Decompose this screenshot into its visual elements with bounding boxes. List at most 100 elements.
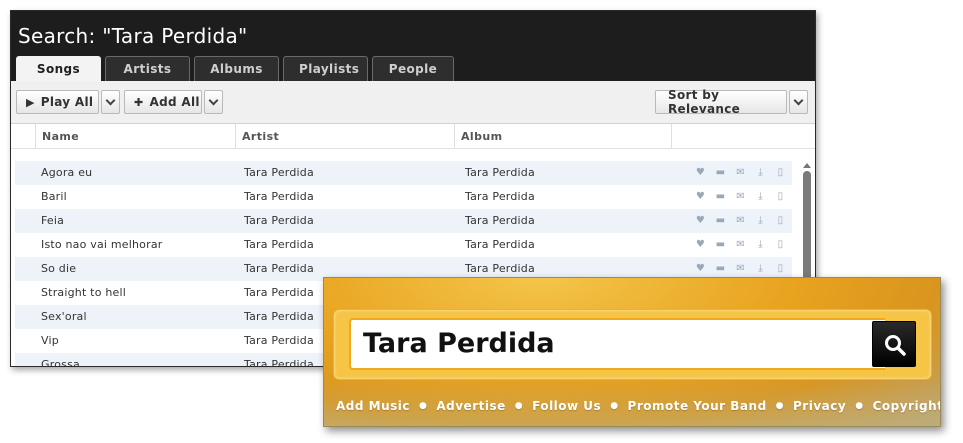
footer-links: Add Music ● Advertise ● Follow Us ● Promote Yo… [336,399,940,413]
song-album[interactable]: Tara Perdida [465,161,535,185]
column-header-artist[interactable]: Artist [235,124,454,149]
heart-icon[interactable]: ♥ [694,191,707,202]
heart-icon[interactable]: ♥ [694,239,707,250]
column-header-row: Name Artist Album [11,124,815,149]
play-all-label: Play All [40,95,94,109]
table-row[interactable]: Feia Tara Perdida Tara Perdida ♥ ▬ ✉ ⤓ ▯ [15,209,792,233]
song-name: Grossa [41,358,80,367]
folder-icon[interactable]: ▬ [714,167,727,178]
folder-icon[interactable]: ▬ [714,239,727,250]
song-name: Sex'oral [41,310,87,323]
sort-split: Sort by Relevance [655,88,808,116]
column-header-name[interactable]: Name [35,124,235,149]
row-actions: ♥ ▬ ✉ ⤓ ▯ [694,263,787,274]
download-icon[interactable]: ⤓ [754,239,767,250]
tab-songs[interactable]: Songs [16,56,101,81]
add-all-button[interactable]: ✚ Add All [124,90,202,114]
song-name: Vip [41,334,59,347]
chevron-down-icon [793,95,804,105]
row-actions: ♥ ▬ ✉ ⤓ ▯ [694,191,787,202]
play-all-dropdown[interactable] [101,90,120,114]
separator-dot: ● [419,401,428,411]
song-artist[interactable]: Tara Perdida [244,161,314,185]
add-all-split: ✚ Add All [124,90,223,114]
folder-icon[interactable]: ▬ [714,263,727,274]
mobile-icon[interactable]: ▯ [774,167,787,178]
play-icon: ▶ [26,95,35,109]
add-all-label: Add All [149,95,200,109]
song-name: Agora eu [41,166,93,179]
song-artist[interactable]: Tara Perdida [244,353,314,366]
heart-icon[interactable]: ♥ [694,215,707,226]
table-row[interactable]: Baril Tara Perdida Tara Perdida ♥ ▬ ✉ ⤓ ▯ [15,185,792,209]
song-artist[interactable]: Tara Perdida [244,281,314,305]
mobile-icon[interactable]: ▯ [774,191,787,202]
mobile-icon[interactable]: ▯ [774,263,787,274]
tab-bar: Songs Artists Albums Playlists People [16,56,454,81]
screenshot-stage: Search: "Tara Perdida" Songs Artists Alb… [0,0,963,443]
search-widget: Tara Perdida Add Music ● Advertise ● Follow … [323,277,941,427]
separator-dot: ● [514,401,524,411]
plus-icon: ✚ [134,95,144,109]
search-input[interactable]: Tara Perdida [349,318,885,370]
footer-link[interactable]: Copyrights [873,399,940,413]
song-artist[interactable]: Tara Perdida [244,305,314,329]
row-actions: ♥ ▬ ✉ ⤓ ▯ [694,239,787,250]
mail-icon[interactable]: ✉ [734,215,747,226]
song-album[interactable]: Tara Perdida [465,209,535,233]
mobile-icon[interactable]: ▯ [774,215,787,226]
row-actions: ♥ ▬ ✉ ⤓ ▯ [694,215,787,226]
row-actions: ♥ ▬ ✉ ⤓ ▯ [694,167,787,178]
search-frame: Tara Perdida [333,309,932,380]
song-artist[interactable]: Tara Perdida [244,257,314,281]
column-header-actions [671,124,815,149]
footer-link[interactable]: Add Music [336,399,410,413]
heart-icon[interactable]: ♥ [694,167,707,178]
song-name: Straight to hell [41,286,126,299]
mobile-icon[interactable]: ▯ [774,239,787,250]
tab-artists[interactable]: Artists [105,56,190,81]
table-row[interactable]: Agora eu Tara Perdida Tara Perdida ♥ ▬ ✉ ⤓ ▯ [15,161,792,185]
download-icon[interactable]: ⤓ [754,191,767,202]
sort-dropdown[interactable] [789,90,808,114]
download-icon[interactable]: ⤓ [754,167,767,178]
song-album[interactable]: Tara Perdida [465,185,535,209]
heart-icon[interactable]: ♥ [694,263,707,274]
mail-icon[interactable]: ✉ [734,167,747,178]
song-artist[interactable]: Tara Perdida [244,329,314,353]
tab-albums[interactable]: Albums [194,56,279,81]
song-artist[interactable]: Tara Perdida [244,209,314,233]
footer-link[interactable]: Advertise [436,399,505,413]
song-artist[interactable]: Tara Perdida [244,233,314,257]
mail-icon[interactable]: ✉ [734,239,747,250]
download-icon[interactable]: ⤓ [754,263,767,274]
song-album[interactable]: Tara Perdida [465,233,535,257]
download-icon[interactable]: ⤓ [754,215,767,226]
song-artist[interactable]: Tara Perdida [244,185,314,209]
search-icon [885,335,906,356]
separator-dot: ● [855,401,864,411]
scroll-up-arrow-icon[interactable] [803,163,811,168]
column-header-album[interactable]: Album [454,124,671,149]
play-all-button[interactable]: ▶ Play All [16,90,99,114]
footer-link[interactable]: Follow Us [532,399,601,413]
search-button[interactable] [872,321,916,367]
song-name: Isto nao vai melhorar [41,238,163,251]
window-header: Search: "Tara Perdida" Songs Artists Alb… [11,11,815,81]
mail-icon[interactable]: ✉ [734,263,747,274]
folder-icon[interactable]: ▬ [714,215,727,226]
tab-people[interactable]: People [372,56,454,81]
footer-link[interactable]: Promote Your Band [628,399,767,413]
tab-playlists[interactable]: Playlists [283,56,368,81]
mail-icon[interactable]: ✉ [734,191,747,202]
song-name: So die [41,262,77,275]
song-name: Feia [41,214,65,227]
table-row[interactable]: Isto nao vai melhorar Tara Perdida Tara Pe… [15,233,792,257]
page-title: Search: "Tara Perdida" [18,24,248,48]
folder-icon[interactable]: ▬ [714,191,727,202]
chevron-down-icon [208,95,219,105]
play-all-split: ▶ Play All [16,90,120,114]
sort-button[interactable]: Sort by Relevance [655,88,787,116]
add-all-dropdown[interactable] [204,90,223,114]
footer-link[interactable]: Privacy [793,399,846,413]
